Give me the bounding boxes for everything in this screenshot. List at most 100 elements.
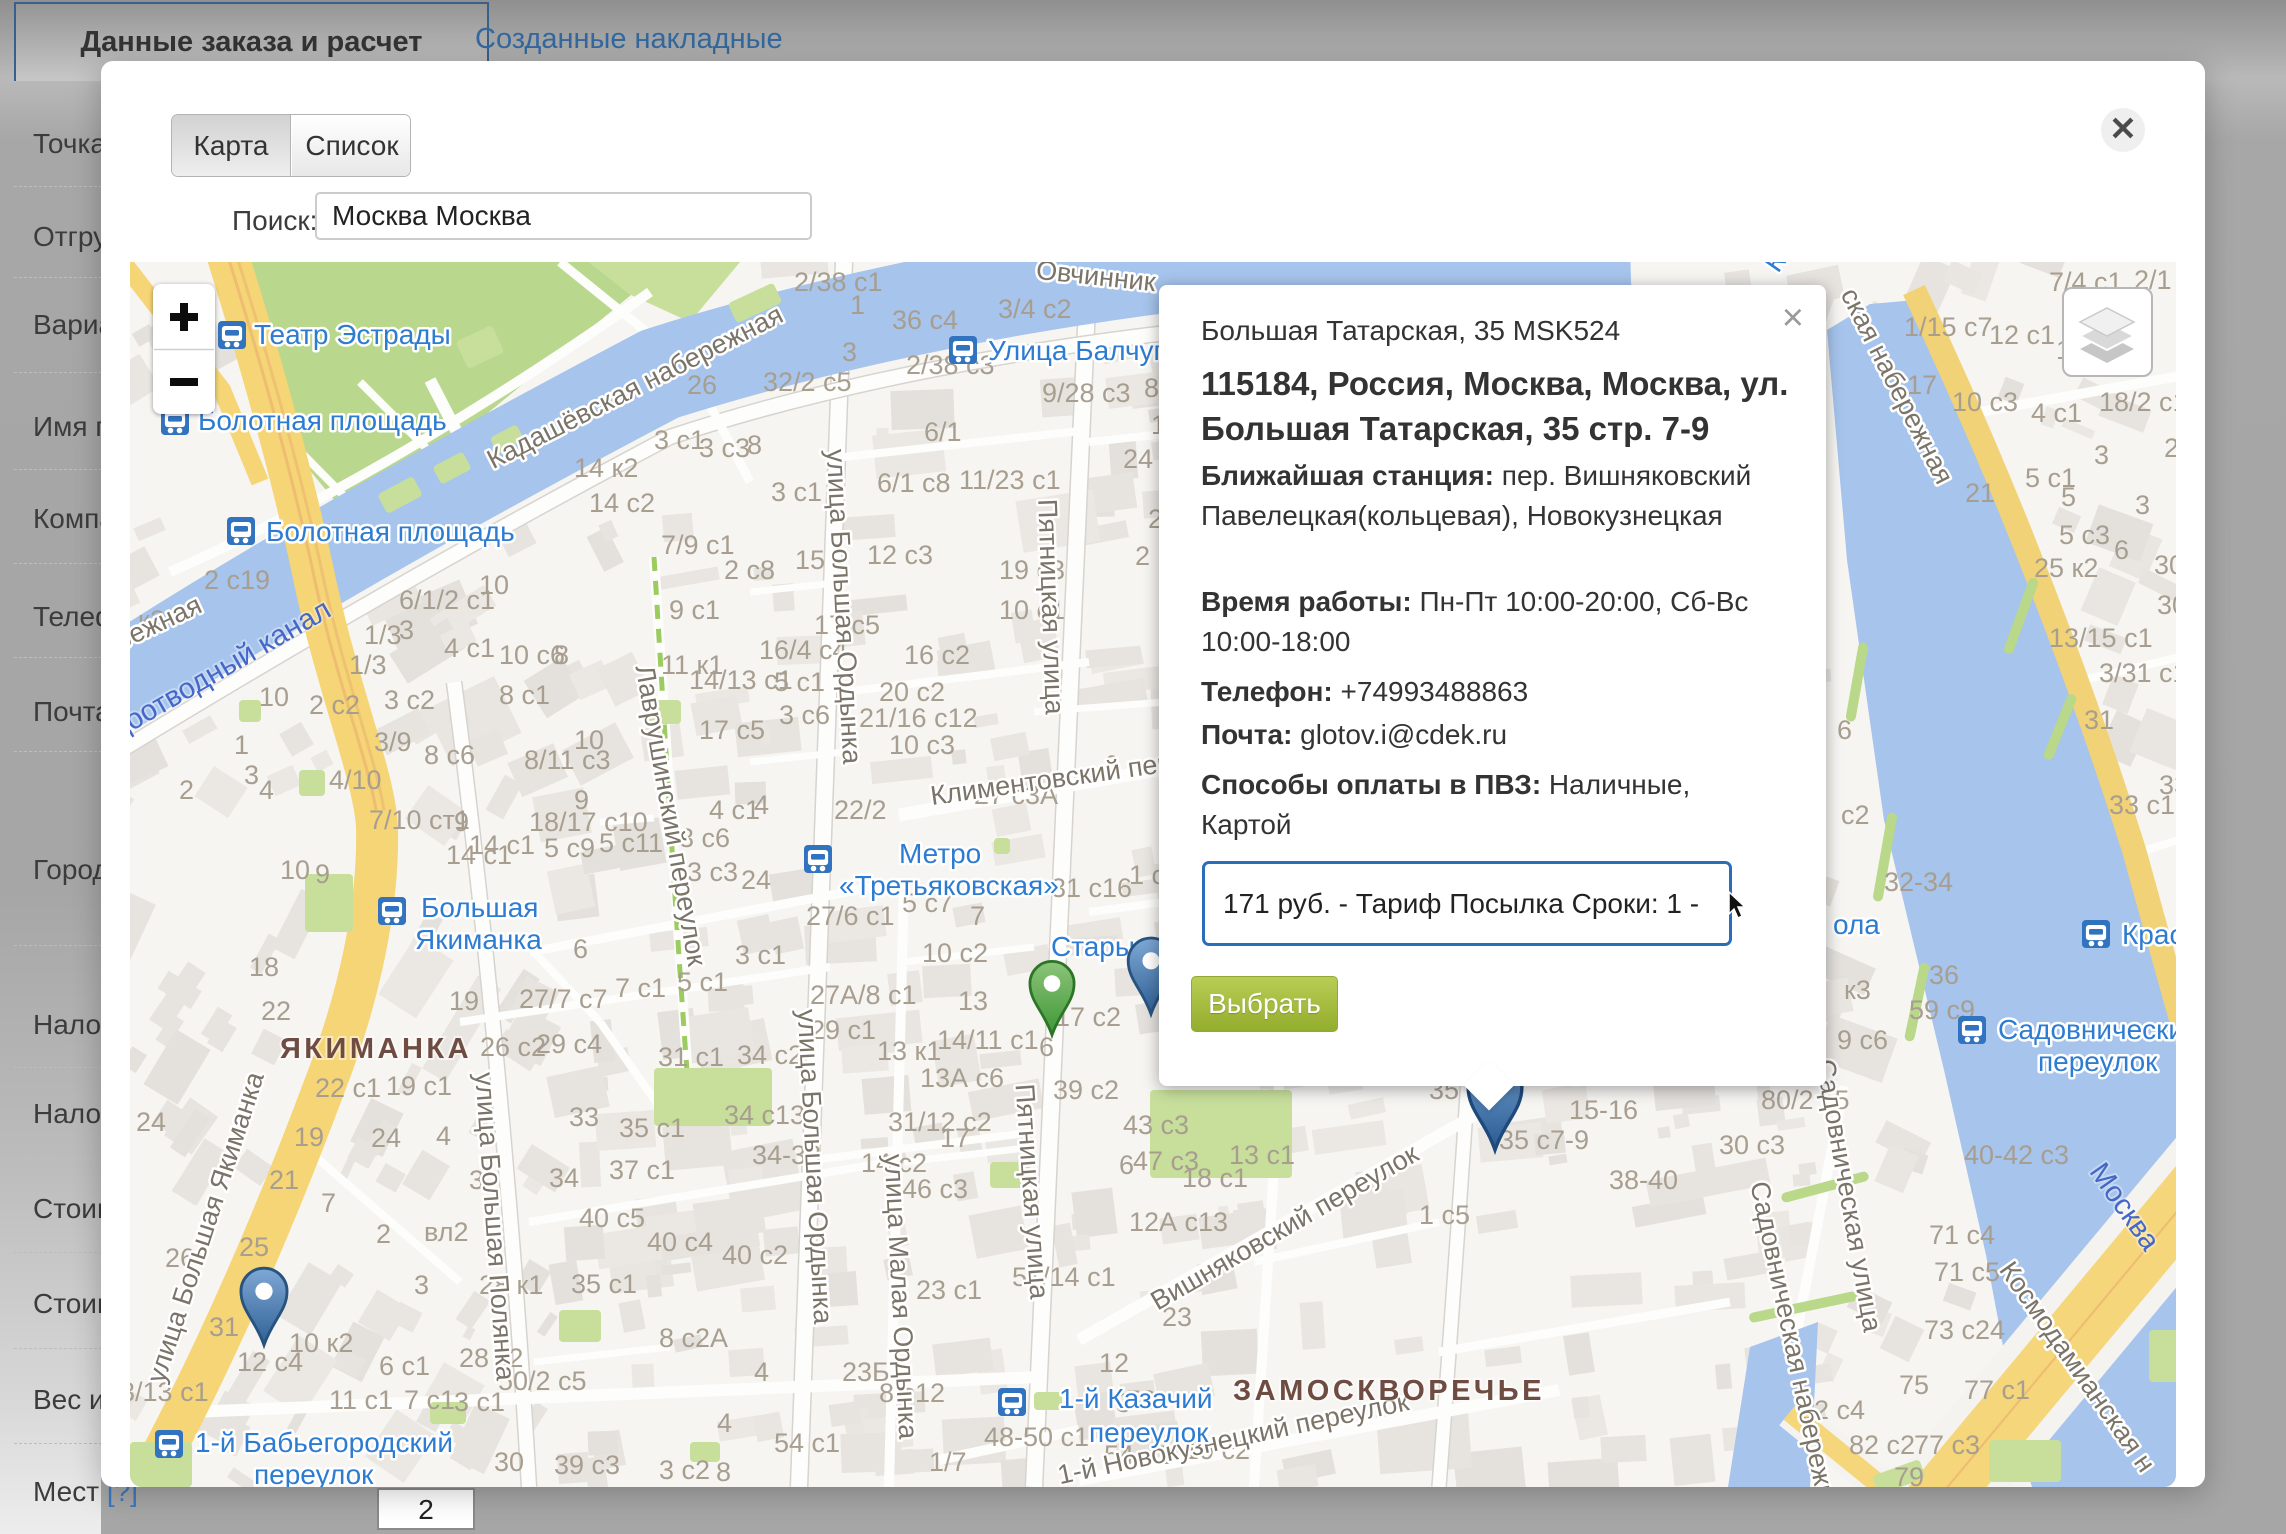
svg-text:16 с2: 16 с2: [904, 640, 970, 670]
svg-text:26 с2: 26 с2: [480, 1032, 546, 1062]
svg-text:8: 8: [747, 430, 762, 460]
svg-text:11/23 с1: 11/23 с1: [959, 465, 1061, 495]
svg-text:7 с1: 7 с1: [615, 973, 666, 1003]
svg-text:6: 6: [2114, 535, 2129, 565]
svg-text:36: 36: [1929, 960, 1959, 990]
svg-text:12 с4: 12 с4: [237, 1347, 303, 1377]
svg-text:вл2: вл2: [424, 1217, 469, 1247]
svg-text:7 с1: 7 с1: [404, 1385, 455, 1415]
svg-text:35 с1: 35 с1: [571, 1269, 637, 1299]
svg-text:24: 24: [136, 1107, 166, 1137]
svg-text:14 с2: 14 с2: [589, 488, 655, 518]
svg-text:3 с3: 3 с3: [699, 433, 750, 463]
svg-text:19: 19: [294, 1122, 324, 1152]
svg-text:3: 3: [2135, 490, 2150, 520]
svg-text:30 с: 30 с: [2157, 590, 2176, 620]
svg-text:31: 31: [209, 1312, 239, 1342]
svg-text:75: 75: [1899, 1370, 1929, 1400]
svg-text:3 с1: 3 с1: [454, 1387, 505, 1417]
svg-text:переулок: переулок: [1089, 1417, 1209, 1448]
svg-text:8: 8: [554, 640, 569, 670]
svg-text:переулок: переулок: [254, 1459, 374, 1487]
svg-text:12 с3: 12 с3: [867, 540, 933, 570]
svg-text:34: 34: [549, 1163, 579, 1193]
svg-text:73 с24: 73 с24: [1924, 1315, 2005, 1345]
svg-text:35 с1: 35 с1: [619, 1113, 685, 1143]
svg-text:40 с2: 40 с2: [722, 1240, 788, 1270]
svg-text:32/2 с5: 32/2 с5: [763, 367, 852, 397]
svg-text:8: 8: [716, 1457, 731, 1487]
svg-text:4: 4: [259, 775, 274, 805]
svg-text:Улица Балчуг: Улица Балчуг: [988, 335, 1164, 366]
svg-text:30: 30: [494, 1447, 524, 1477]
svg-text:54 с1: 54 с1: [774, 1428, 840, 1458]
svg-text:Метро: Метро: [899, 838, 981, 869]
svg-text:38-40: 38-40: [1609, 1165, 1678, 1195]
svg-text:19: 19: [449, 986, 479, 1016]
svg-text:40-42 с3: 40-42 с3: [1964, 1140, 2069, 1170]
svg-text:13/15 с1: 13/15 с1: [2049, 623, 2153, 653]
svg-text:2 с19: 2 с19: [204, 565, 270, 595]
svg-text:7: 7: [970, 901, 985, 931]
svg-text:ола: ола: [1833, 909, 1880, 940]
svg-text:к3: к3: [1844, 975, 1871, 1005]
svg-text:Болотная площадь: Болотная площадь: [266, 516, 515, 547]
svg-text:77 с1: 77 с1: [1964, 1375, 2030, 1405]
svg-text:10 с2: 10 с2: [922, 938, 988, 968]
svg-text:5 с11: 5 с11: [599, 828, 663, 858]
svg-text:13А с6: 13А с6: [920, 1063, 1004, 1093]
svg-text:31: 31: [2084, 705, 2114, 735]
svg-text:3: 3: [399, 615, 414, 645]
svg-text:Болотная площадь: Болотная площадь: [198, 405, 447, 436]
svg-text:22: 22: [261, 996, 291, 1026]
svg-text:12: 12: [1099, 1348, 1129, 1378]
svg-text:5 с3: 5 с3: [2059, 520, 2110, 550]
svg-text:27А/8 с1: 27А/8 с1: [810, 980, 917, 1010]
svg-text:36 с4: 36 с4: [892, 305, 958, 335]
svg-text:34 с13: 34 с13: [724, 1100, 805, 1130]
svg-text:Садовнический: Садовнический: [1998, 1014, 2176, 1045]
svg-text:8 с6: 8 с6: [424, 740, 475, 770]
svg-text:ЯКИМАНКА: ЯКИМАНКА: [280, 1033, 472, 1065]
svg-text:40 с5: 40 с5: [579, 1203, 645, 1233]
svg-text:82 с2: 82 с2: [1849, 1430, 1915, 1460]
svg-text:1-й Бабьегородский: 1-й Бабьегородский: [195, 1427, 453, 1458]
svg-text:15: 15: [795, 545, 825, 575]
svg-text:14 с1: 14 с1: [446, 840, 512, 870]
svg-text:13 к1: 13 к1: [877, 1036, 941, 1066]
svg-text:34 с2: 34 с2: [737, 1040, 803, 1070]
svg-text:с2: с2: [1841, 800, 1870, 830]
svg-text:переулок: переулок: [2038, 1046, 2158, 1077]
svg-text:79: 79: [1894, 1462, 1924, 1487]
svg-text:8 с1: 8 с1: [499, 680, 550, 710]
svg-text:9 с1: 9 с1: [669, 595, 720, 625]
svg-text:1: 1: [850, 290, 865, 320]
svg-text:4: 4: [436, 1121, 451, 1151]
svg-text:10: 10: [280, 855, 310, 885]
svg-text:11 с1: 11 с1: [329, 1385, 393, 1415]
svg-text:31 с16: 31 с16: [1051, 873, 1132, 903]
svg-text:6/1: 6/1: [924, 417, 962, 447]
svg-text:31 с1: 31 с1: [658, 1042, 724, 1072]
svg-text:5 с1: 5 с1: [774, 667, 825, 697]
svg-text:2: 2: [179, 775, 194, 805]
svg-text:25: 25: [239, 1232, 269, 1262]
svg-text:24: 24: [741, 865, 771, 895]
svg-text:1/15 с7: 1/15 с7: [1904, 312, 1993, 342]
svg-text:6 с1: 6 с1: [379, 1351, 430, 1381]
svg-text:7: 7: [321, 1188, 336, 1218]
svg-text:15-16: 15-16: [1569, 1095, 1638, 1125]
svg-text:12: 12: [2174, 675, 2176, 705]
svg-text:14/11 с1: 14/11 с1: [937, 1025, 1039, 1055]
svg-text:23Б: 23Б: [842, 1357, 890, 1387]
svg-text:3 с2: 3 с2: [659, 1455, 710, 1485]
svg-text:4: 4: [754, 1357, 769, 1387]
svg-text:27/6 с1: 27/6 с1: [806, 901, 895, 931]
svg-text:23 с1: 23 с1: [916, 1275, 982, 1305]
svg-text:4 с1: 4 с1: [2031, 398, 2082, 428]
svg-text:12А с13: 12А с13: [1129, 1207, 1228, 1237]
svg-text:18/2 с1: 18/2 с1: [2099, 387, 2176, 417]
svg-text:2 с8: 2 с8: [724, 555, 775, 585]
svg-text:2 с2: 2 с2: [309, 690, 360, 720]
svg-text:3: 3: [842, 337, 857, 367]
